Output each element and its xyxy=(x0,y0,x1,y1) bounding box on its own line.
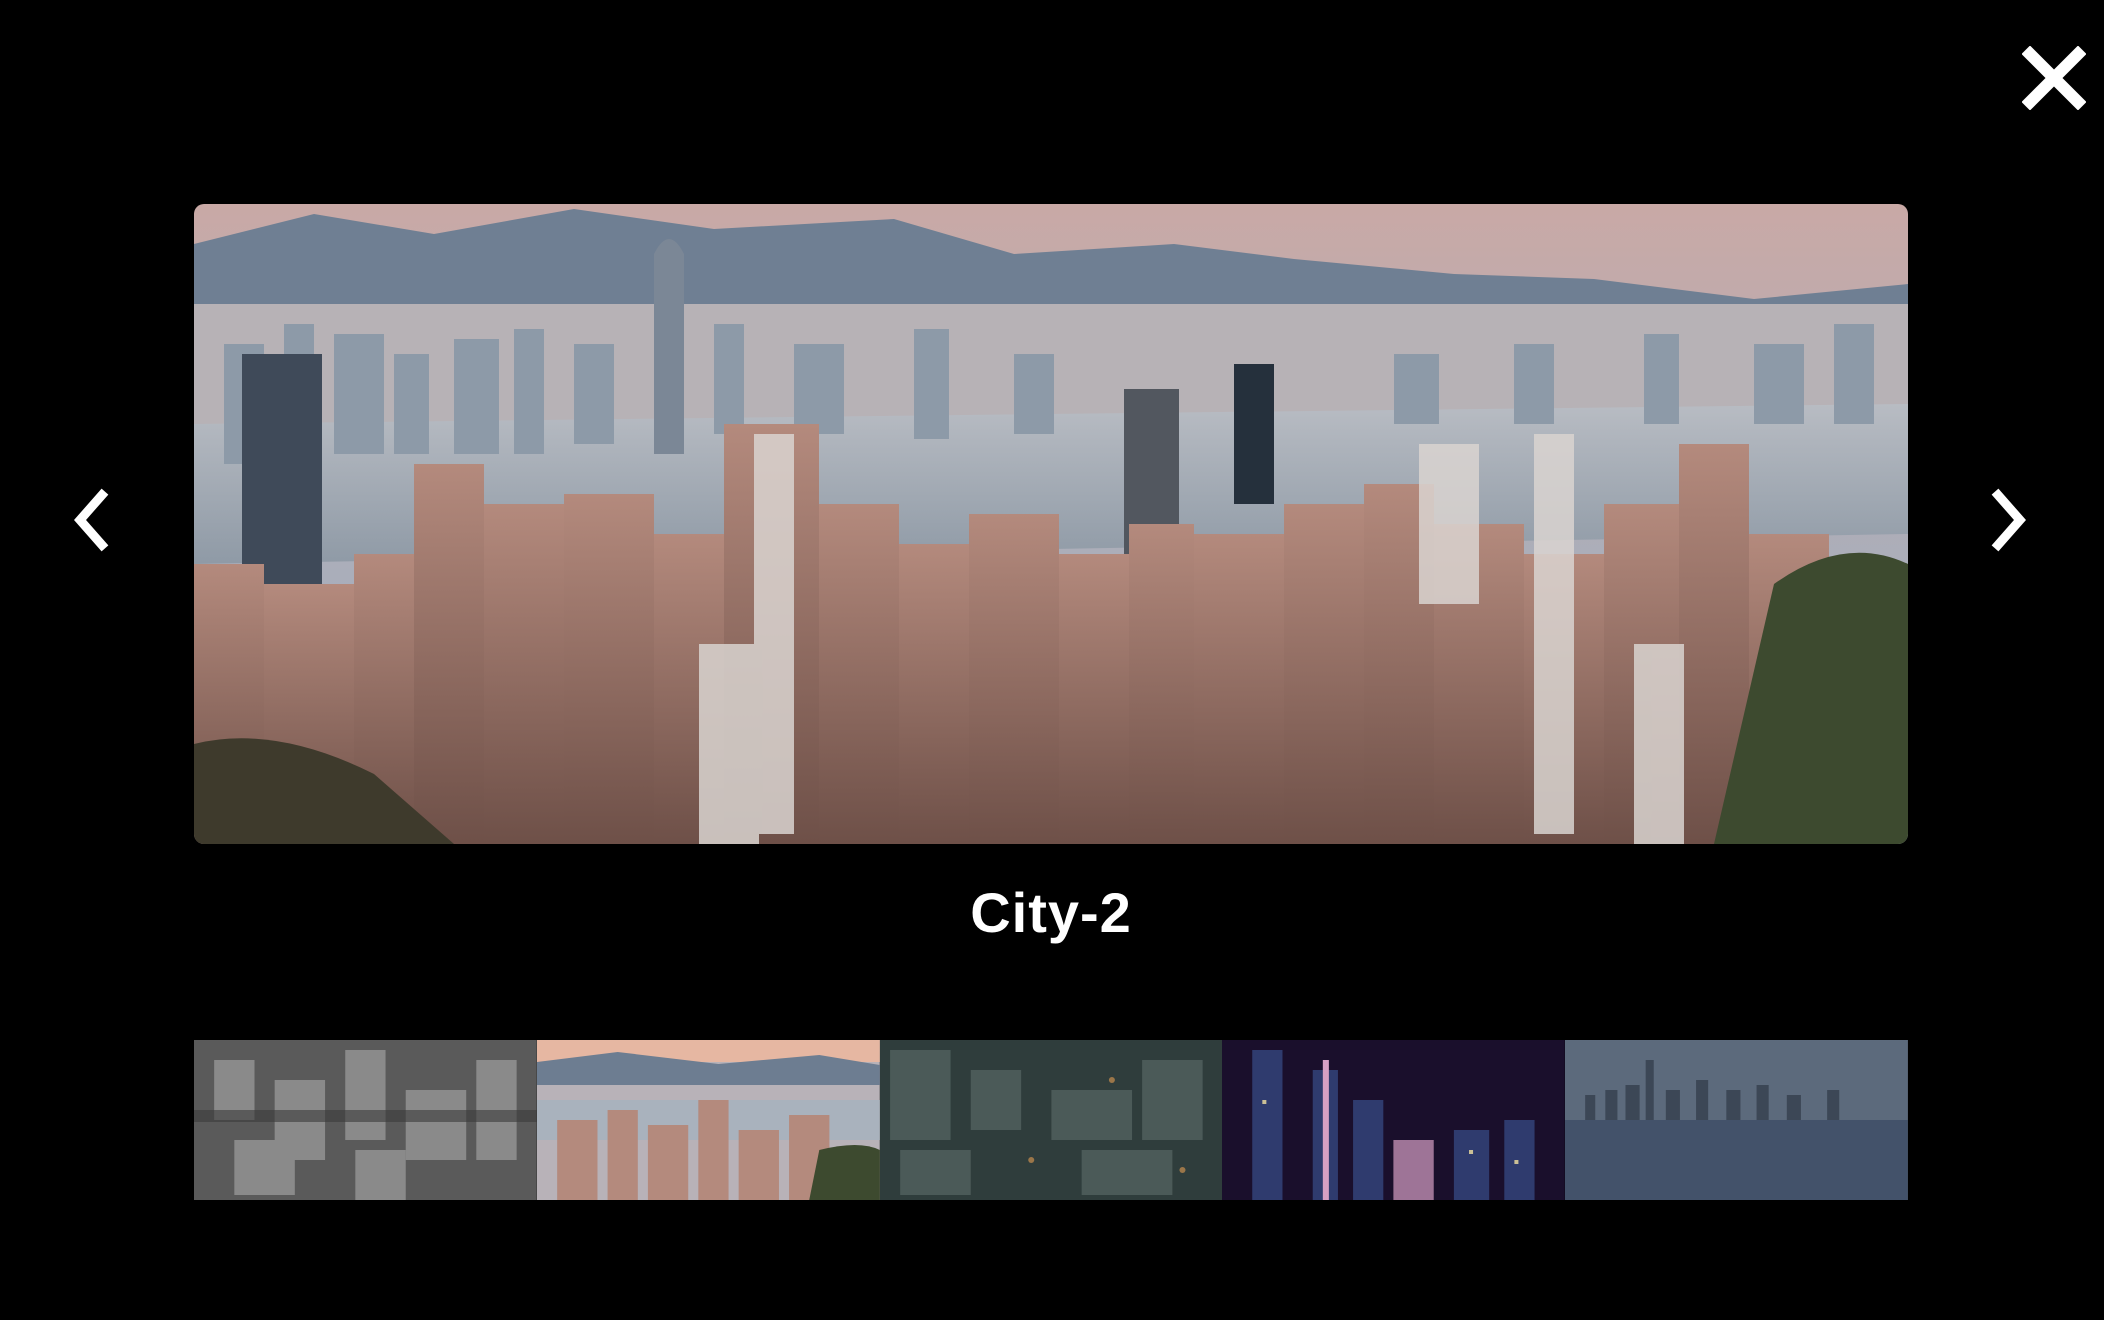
close-icon xyxy=(2022,46,2086,110)
chevron-left-icon xyxy=(74,488,109,552)
chevron-right-icon xyxy=(1991,488,2026,552)
thumbnail-strip xyxy=(194,1040,1908,1200)
thumbnail-1[interactable] xyxy=(194,1040,537,1200)
thumbnail-3[interactable] xyxy=(879,1040,1223,1200)
main-city-photo xyxy=(194,204,1908,844)
thumbnail-4[interactable] xyxy=(1222,1040,1566,1200)
image-caption: City-2 xyxy=(970,881,1132,944)
thumbnail-5[interactable] xyxy=(1565,1040,1908,1200)
thumbnail-2[interactable] xyxy=(536,1040,880,1200)
close-button[interactable] xyxy=(2012,36,2096,120)
next-image-button[interactable] xyxy=(1960,470,2060,570)
previous-image-button[interactable] xyxy=(40,470,140,570)
